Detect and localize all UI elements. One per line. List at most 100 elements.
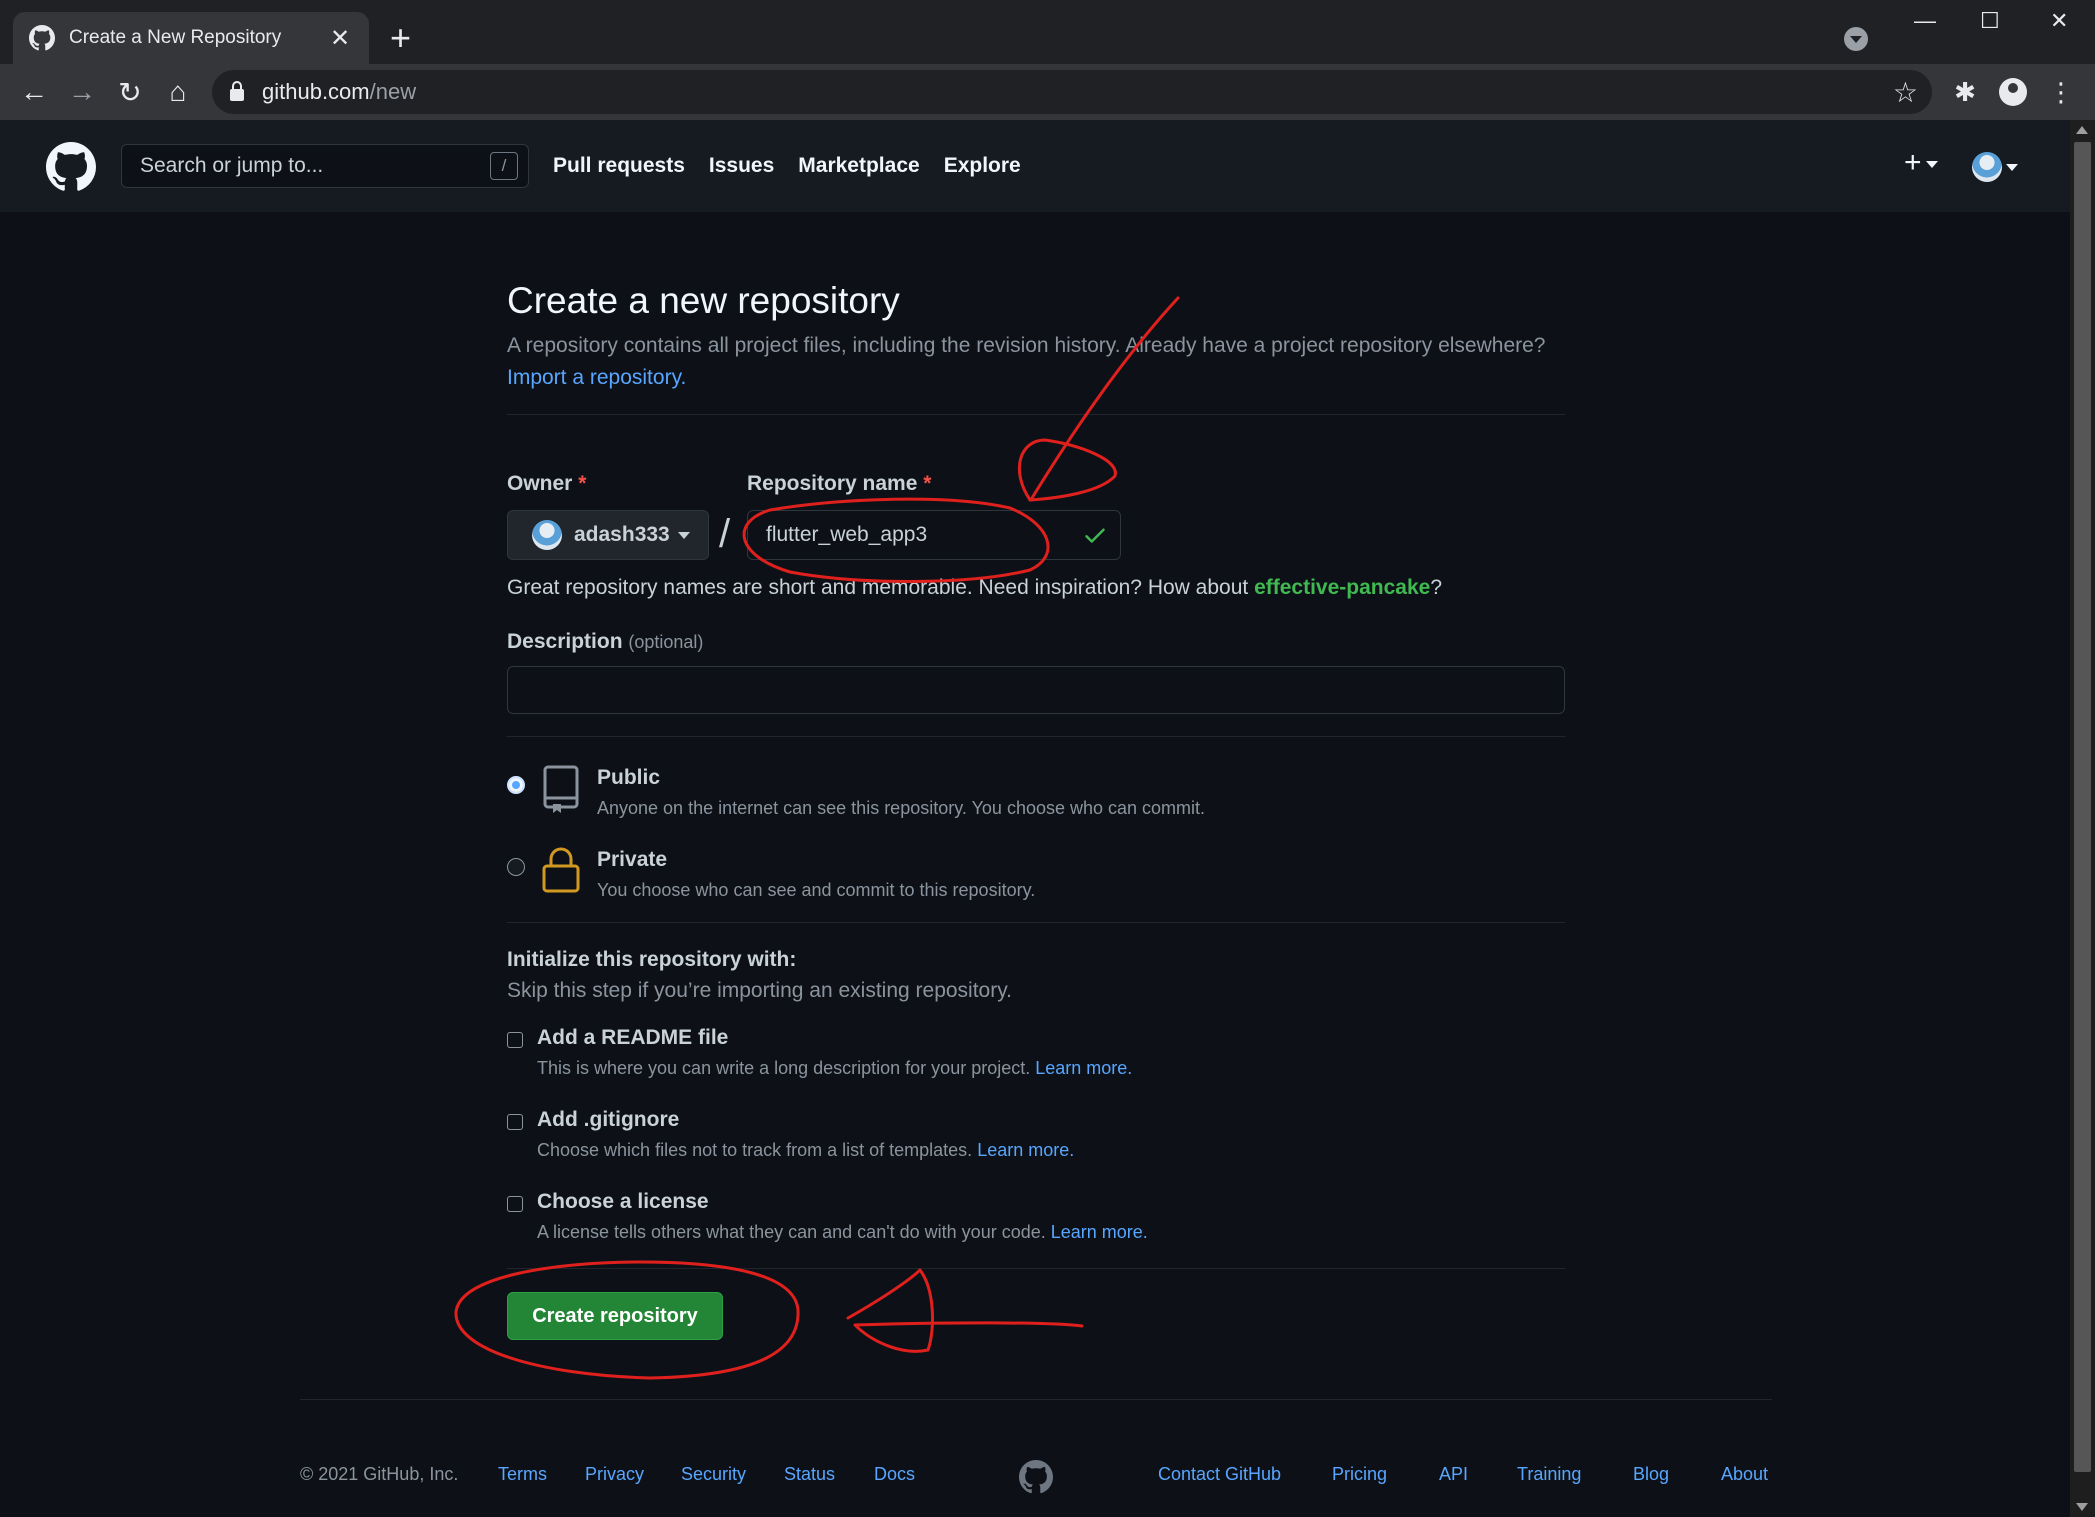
browser-toolbar: ← → ↻ ⌂ github.com /new ☆ ✱ ⋮ <box>0 64 2095 120</box>
footer-link-blog[interactable]: Blog <box>1633 1464 1669 1485</box>
license-title: Choose a license <box>537 1190 709 1213</box>
search-input[interactable]: Search or jump to... / <box>121 144 529 188</box>
avatar <box>1972 152 2002 182</box>
visibility-public[interactable]: Public Anyone on the internet can see th… <box>507 764 1565 834</box>
footer-link-api[interactable]: API <box>1439 1464 1468 1485</box>
nav-marketplace[interactable]: Marketplace <box>798 154 919 178</box>
reload-icon[interactable]: ↻ <box>112 74 148 110</box>
gitignore-title: Add .gitignore <box>537 1108 680 1131</box>
footer-link-contact[interactable]: Contact GitHub <box>1158 1464 1281 1485</box>
readme-description: This is where you can write a long descr… <box>537 1058 1133 1078</box>
readme-title: Add a README file <box>537 1026 729 1049</box>
learn-more-link[interactable]: Learn more. <box>1035 1058 1132 1078</box>
footer-link-status[interactable]: Status <box>784 1464 835 1485</box>
name-suggestion[interactable]: effective-pancake <box>1254 576 1430 599</box>
annotation-arrow-line <box>1030 296 1180 500</box>
readme-checkbox[interactable] <box>507 1032 523 1048</box>
learn-more-link[interactable]: Learn more. <box>977 1140 1074 1160</box>
search-placeholder: Search or jump to... <box>140 154 324 177</box>
forward-icon[interactable]: → <box>64 74 100 110</box>
header-nav: Pull requests Issues Marketplace Explore <box>553 154 1021 178</box>
scrollbar[interactable] <box>2070 120 2095 1517</box>
owner-avatar <box>532 520 562 550</box>
divider <box>507 736 1565 737</box>
user-menu[interactable] <box>1972 152 2018 182</box>
chevron-down-icon <box>677 531 690 539</box>
footer-link-training[interactable]: Training <box>1517 1464 1581 1485</box>
license-description: A license tells others what they can and… <box>537 1222 1148 1242</box>
url-path: /new <box>369 79 417 104</box>
footer-link-privacy[interactable]: Privacy <box>585 1464 644 1485</box>
back-icon[interactable]: ← <box>16 74 52 110</box>
subtitle-text: A repository contains all project files,… <box>507 334 1546 357</box>
divider <box>507 922 1565 923</box>
browser-tab[interactable]: Create a New Repository ✕ <box>13 12 369 64</box>
gitignore-description: Choose which files not to track from a l… <box>537 1140 1075 1160</box>
gitignore-option[interactable]: Add .gitignore Choose which files not to… <box>507 1108 1565 1168</box>
owner-select[interactable]: adash333 <box>507 510 709 560</box>
owner-repo-separator: / <box>719 512 731 556</box>
owner-value: adash333 <box>574 523 670 546</box>
lock-icon <box>542 847 580 893</box>
window-close-icon[interactable]: ✕ <box>2050 8 2068 34</box>
nav-explore[interactable]: Explore <box>944 154 1021 178</box>
divider <box>507 414 1565 415</box>
repo-name-value: flutter_web_app3 <box>766 523 928 546</box>
footer-link-docs[interactable]: Docs <box>874 1464 915 1485</box>
private-radio[interactable] <box>507 858 525 876</box>
browser-tabstrip: Create a New Repository ✕ + — ☐ ✕ <box>0 0 2095 64</box>
annotation-arrowhead <box>1017 438 1117 502</box>
description-input[interactable] <box>507 666 1565 714</box>
footer-link-security[interactable]: Security <box>681 1464 746 1485</box>
footer-divider <box>300 1399 1772 1400</box>
url-host: github.com <box>262 79 370 104</box>
owner-label: Owner * <box>507 472 587 495</box>
chevron-down-icon <box>2006 163 2018 171</box>
address-bar[interactable]: github.com /new ☆ <box>212 70 1932 114</box>
visibility-private[interactable]: Private You choose who can see and commi… <box>507 846 1565 916</box>
maximize-icon[interactable]: ☐ <box>1980 8 2000 34</box>
footer-link-pricing[interactable]: Pricing <box>1332 1464 1387 1485</box>
new-tab-icon[interactable]: + <box>390 18 411 58</box>
browser-menu-icon[interactable]: ⋮ <box>2043 74 2079 110</box>
annotation-left-arrow <box>846 1268 1084 1353</box>
lock-icon <box>230 81 244 101</box>
scroll-up-icon[interactable] <box>2076 126 2088 134</box>
repo-icon <box>543 765 579 813</box>
readme-option[interactable]: Add a README file This is where you can … <box>507 1026 1565 1086</box>
page-title: Create a new repository <box>507 280 900 321</box>
github-favicon-icon <box>29 25 55 51</box>
profile-icon[interactable] <box>1995 74 2031 110</box>
repo-name-input[interactable]: flutter_web_app3 <box>747 510 1121 560</box>
import-repository-link[interactable]: Import a repository. <box>507 366 686 389</box>
home-icon[interactable]: ⌂ <box>160 74 196 110</box>
minimize-icon[interactable]: — <box>1914 8 1936 34</box>
bookmark-star-icon[interactable]: ☆ <box>1893 76 1918 109</box>
scroll-down-icon[interactable] <box>2076 1503 2088 1511</box>
github-logo-icon[interactable] <box>46 142 96 192</box>
footer-link-about[interactable]: About <box>1721 1464 1768 1485</box>
repo-name-hint: Great repository names are short and mem… <box>507 576 1443 599</box>
create-repository-button[interactable]: Create repository <box>507 1292 723 1340</box>
gitignore-checkbox[interactable] <box>507 1114 523 1130</box>
annotation-overlay <box>454 296 1180 1380</box>
init-title: Initialize this repository with: <box>507 948 797 971</box>
public-description: Anyone on the internet can see this repo… <box>597 798 1206 818</box>
footer-link-terms[interactable]: Terms <box>498 1464 547 1485</box>
license-checkbox[interactable] <box>507 1196 523 1212</box>
scrollbar-thumb[interactable] <box>2074 142 2091 1472</box>
public-radio[interactable] <box>507 776 525 794</box>
nav-pull-requests[interactable]: Pull requests <box>553 154 685 178</box>
private-description: You choose who can see and commit to thi… <box>597 880 1036 900</box>
footer-copyright: © 2021 GitHub, Inc. <box>300 1464 459 1484</box>
github-mark-icon[interactable] <box>1019 1460 1053 1494</box>
extensions-icon[interactable]: ✱ <box>1947 74 1983 110</box>
learn-more-link[interactable]: Learn more. <box>1051 1222 1148 1242</box>
nav-issues[interactable]: Issues <box>709 154 774 178</box>
license-option[interactable]: Choose a license A license tells others … <box>507 1190 1565 1250</box>
chevron-down-icon <box>1925 160 1938 168</box>
create-new-plus-icon[interactable]: + <box>1904 146 1938 180</box>
tab-close-icon[interactable]: ✕ <box>327 24 353 53</box>
tab-search-icon[interactable] <box>1844 27 1868 51</box>
public-title: Public <box>597 766 661 789</box>
